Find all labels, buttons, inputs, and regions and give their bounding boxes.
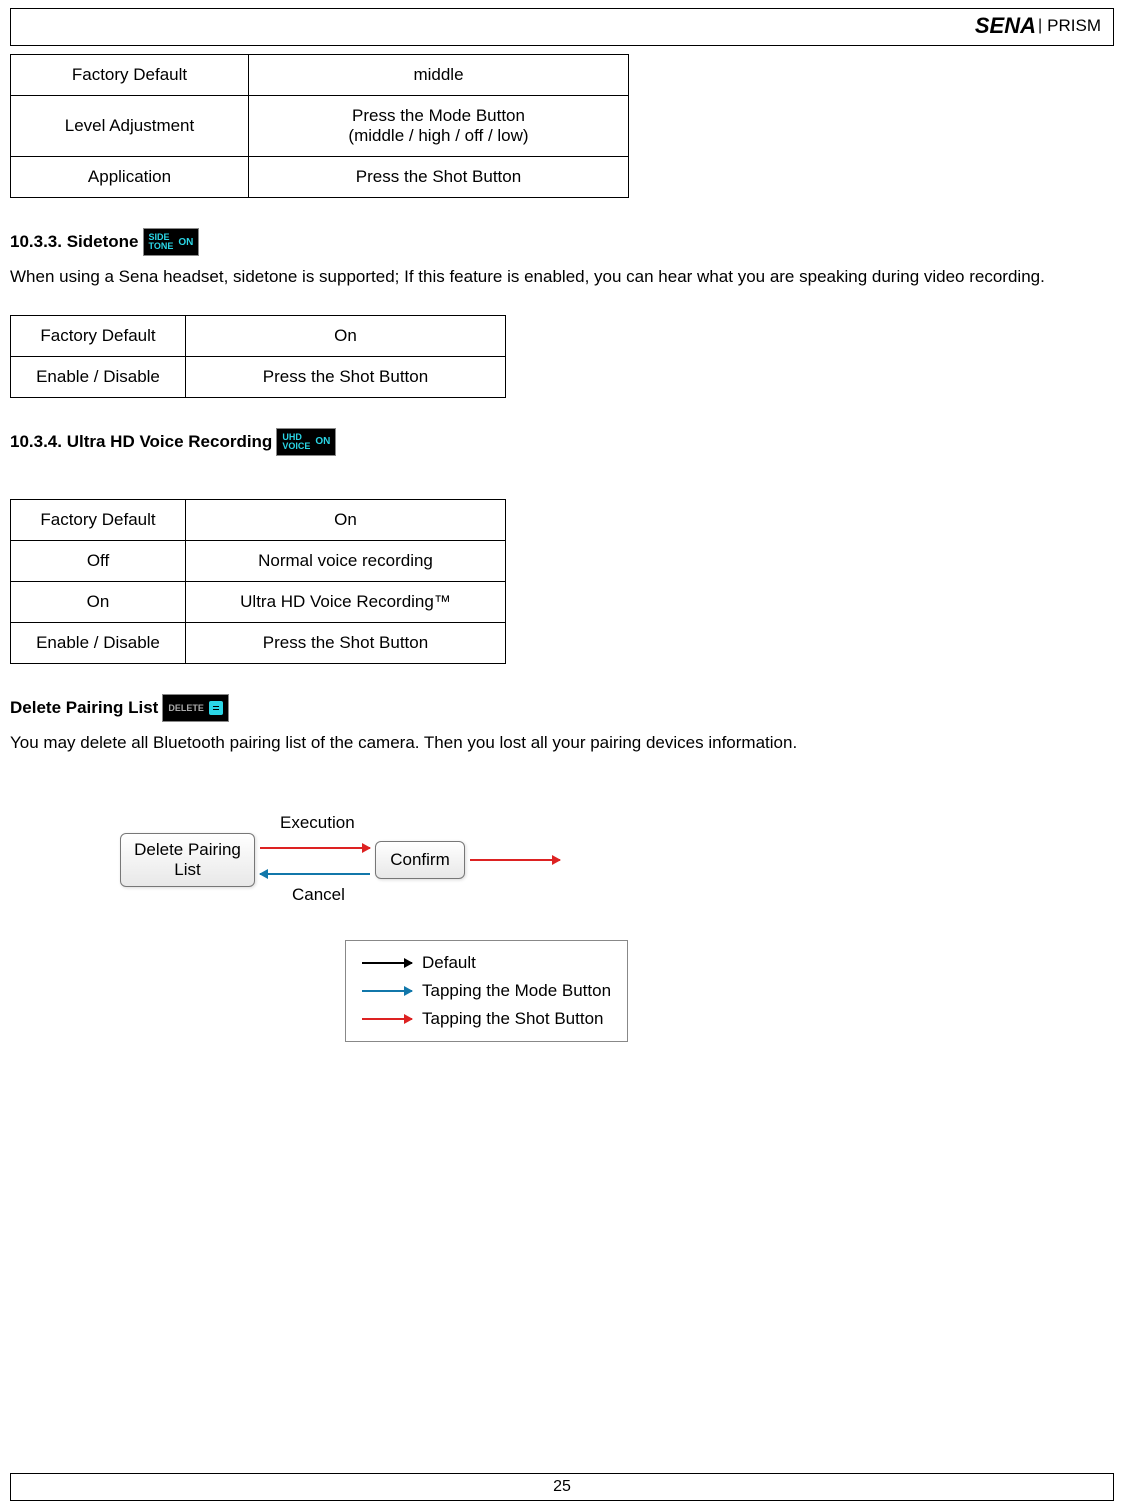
header-separator: | — [1038, 17, 1042, 35]
cell-value: Press the Shot Button — [249, 157, 629, 198]
cell-value: Ultra HD Voice Recording™ — [186, 581, 506, 622]
diagram-box-confirm: Confirm — [375, 841, 465, 879]
legend-label: Tapping the Shot Button — [422, 1009, 603, 1029]
cell-key: Enable / Disable — [11, 622, 186, 663]
cell-key: Level Adjustment — [11, 96, 249, 157]
header-bar: SENA | PRISM — [10, 8, 1114, 46]
legend-row-mode: Tapping the Mode Button — [356, 977, 617, 1005]
arrow-black-icon — [362, 962, 412, 964]
table-sidetone: Factory Default On Enable / Disable Pres… — [10, 315, 506, 398]
table-row: Application Press the Shot Button — [11, 157, 629, 198]
page-footer: 25 — [10, 1473, 1114, 1501]
heading-text: 10.3.3. Sidetone — [10, 232, 139, 252]
table-level-adjustment: Factory Default middle Level Adjustment … — [10, 54, 629, 198]
cell-value: On — [186, 499, 506, 540]
cell-key: On — [11, 581, 186, 622]
diagram-box-delete-pairing: Delete Pairing List — [120, 833, 255, 887]
heading-text: Delete Pairing List — [10, 698, 158, 718]
label-execution: Execution — [280, 813, 355, 833]
arrow-red-execution — [260, 847, 370, 849]
cell-key: Application — [11, 157, 249, 198]
diagram-legend: Default Tapping the Mode Button Tapping … — [345, 940, 628, 1042]
arrow-red-icon — [362, 1018, 412, 1020]
arrow-red-from-confirm — [470, 859, 560, 861]
page-number: 25 — [553, 1478, 571, 1495]
arrow-blue-icon — [362, 990, 412, 992]
heading-sidetone: 10.3.3. Sidetone SIDETONE ON — [10, 228, 1114, 256]
table-row: Enable / Disable Press the Shot Button — [11, 356, 506, 397]
uhd-lcd-icon: UHDVOICE ON — [276, 428, 336, 456]
delete-lcd-icon: DELETE — [162, 694, 229, 722]
heading-delete: Delete Pairing List DELETE — [10, 694, 1114, 722]
legend-label: Tapping the Mode Button — [422, 981, 611, 1001]
cell-value: Press the Shot Button — [186, 622, 506, 663]
lcd-text: SIDETONE — [149, 233, 174, 251]
table-row: On Ultra HD Voice Recording™ — [11, 581, 506, 622]
delete-body: You may delete all Bluetooth pairing lis… — [10, 730, 1114, 756]
arrow-blue-cancel — [260, 873, 370, 875]
brand-logo: SENA — [975, 13, 1036, 39]
cell-key: Off — [11, 540, 186, 581]
cell-key: Factory Default — [11, 315, 186, 356]
table-row: Factory Default On — [11, 315, 506, 356]
cell-key: Enable / Disable — [11, 356, 186, 397]
delete-pairing-diagram: Delete Pairing List Confirm Execution Ca… — [120, 805, 770, 1125]
table-uhd: Factory Default On Off Normal voice reco… — [10, 499, 506, 664]
sidetone-lcd-icon: SIDETONE ON — [143, 228, 200, 256]
table-row: Off Normal voice recording — [11, 540, 506, 581]
heading-text: 10.3.4. Ultra HD Voice Recording — [10, 432, 272, 452]
cell-value: Press the Mode Button (middle / high / o… — [249, 96, 629, 157]
cell-value: Normal voice recording — [186, 540, 506, 581]
box-line: List — [131, 860, 244, 880]
legend-row-shot: Tapping the Shot Button — [356, 1005, 617, 1033]
legend-label: Default — [422, 953, 476, 973]
cell-value: On — [186, 315, 506, 356]
lcd-text: UHDVOICE — [282, 433, 310, 451]
table-row: Factory Default On — [11, 499, 506, 540]
cell-key: Factory Default — [11, 55, 249, 96]
table-row: Factory Default middle — [11, 55, 629, 96]
sidetone-body: When using a Sena headset, sidetone is s… — [10, 264, 1114, 290]
box-line: Delete Pairing — [131, 840, 244, 860]
cell-value: Press the Shot Button — [186, 356, 506, 397]
label-cancel: Cancel — [292, 885, 345, 905]
page-content: Factory Default middle Level Adjustment … — [0, 54, 1124, 1125]
cell-key: Factory Default — [11, 499, 186, 540]
box-text: Confirm — [390, 850, 450, 869]
table-row: Enable / Disable Press the Shot Button — [11, 622, 506, 663]
lcd-on-label: ON — [315, 436, 330, 447]
legend-row-default: Default — [356, 949, 617, 977]
cell-value: middle — [249, 55, 629, 96]
lcd-delete-text: DELETE — [168, 703, 204, 713]
table-row: Level Adjustment Press the Mode Button (… — [11, 96, 629, 157]
lcd-on-label: ON — [178, 237, 193, 248]
product-name: PRISM — [1047, 16, 1101, 36]
heading-uhd: 10.3.4. Ultra HD Voice Recording UHDVOIC… — [10, 428, 1114, 456]
list-icon — [209, 701, 223, 715]
header-right: SENA | PRISM — [975, 13, 1101, 39]
